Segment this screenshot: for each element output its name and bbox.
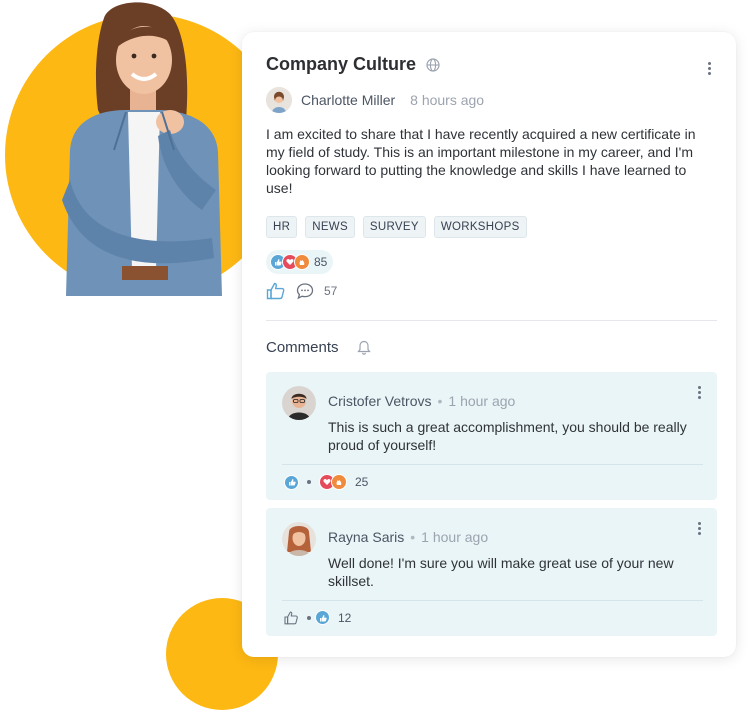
comment-header: Rayna Saris • 1 hour ago bbox=[328, 529, 488, 545]
comment-reactions-count: 12 bbox=[338, 610, 352, 625]
commenter-avatar[interactable] bbox=[282, 386, 316, 420]
post-timestamp: 8 hours ago bbox=[410, 92, 485, 108]
post-actions: 57 bbox=[266, 282, 337, 300]
post-author: Charlotte Miller 8 hours ago bbox=[266, 87, 484, 113]
like-icon[interactable] bbox=[266, 282, 286, 300]
comment-reactions[interactable] bbox=[319, 474, 347, 490]
comment-footer: 12 bbox=[284, 610, 351, 625]
comment-timestamp: 1 hour ago bbox=[448, 393, 516, 409]
comment-divider bbox=[282, 464, 703, 465]
post-reactions-count: 85 bbox=[314, 255, 328, 269]
comment-item: Rayna Saris • 1 hour ago Well done! I'm … bbox=[266, 508, 717, 636]
post-header: Company Culture bbox=[266, 54, 440, 75]
globe-icon bbox=[426, 57, 440, 72]
like-outline-icon[interactable] bbox=[284, 610, 299, 625]
bell-icon[interactable] bbox=[356, 340, 371, 355]
post-title: Company Culture bbox=[266, 54, 417, 74]
comment-menu-button[interactable] bbox=[698, 520, 701, 537]
comment-timestamp: 1 hour ago bbox=[421, 529, 489, 545]
tag-news[interactable]: NEWS bbox=[305, 216, 355, 238]
separator-dot: • bbox=[410, 529, 416, 545]
post-reactions-summary[interactable]: 85 bbox=[266, 250, 334, 274]
section-divider bbox=[266, 320, 717, 321]
comment-text: This is such a great accomplishment, you… bbox=[328, 419, 687, 453]
tag-survey[interactable]: SURVEY bbox=[362, 216, 426, 238]
commenter-avatar[interactable] bbox=[282, 522, 316, 556]
celebrate-reaction-icon bbox=[331, 474, 347, 490]
separator-dot bbox=[307, 615, 311, 620]
comments-header: Comments bbox=[266, 339, 371, 356]
comments-title: Comments bbox=[266, 339, 339, 356]
comment-icon[interactable] bbox=[296, 282, 314, 300]
post-body: I am excited to share that I have recent… bbox=[266, 126, 696, 196]
celebrate-reaction-icon bbox=[294, 254, 310, 270]
post-tags: HR NEWS SURVEY WORKSHOPS bbox=[266, 216, 527, 238]
comment-text: Well done! I'm sure you will make great … bbox=[328, 555, 674, 589]
tag-hr[interactable]: HR bbox=[266, 216, 298, 238]
comment-reactions-count: 25 bbox=[355, 475, 369, 489]
post-menu-button[interactable] bbox=[708, 60, 712, 77]
comment-footer: 25 bbox=[284, 474, 368, 490]
post-card: Company Culture Charlotte Miller 8 hours… bbox=[242, 32, 736, 657]
tag-workshops[interactable]: WORKSHOPS bbox=[433, 216, 527, 238]
comment-header: Cristofer Vetrovs • 1 hour ago bbox=[328, 393, 515, 409]
comment-divider bbox=[282, 600, 703, 601]
post-comments-count: 57 bbox=[324, 284, 338, 298]
separator-dot bbox=[307, 480, 311, 484]
comment-item: Cristofer Vetrovs • 1 hour ago This is s… bbox=[266, 372, 717, 500]
like-reaction-icon[interactable] bbox=[315, 610, 330, 625]
comment-menu-button[interactable] bbox=[698, 384, 701, 401]
author-name[interactable]: Charlotte Miller bbox=[301, 92, 395, 108]
person-photo bbox=[62, 2, 222, 296]
commenter-name[interactable]: Cristofer Vetrovs bbox=[328, 393, 431, 409]
commenter-name[interactable]: Rayna Saris bbox=[328, 529, 404, 545]
separator-dot: • bbox=[437, 393, 443, 409]
author-avatar[interactable] bbox=[266, 87, 292, 113]
like-button-icon[interactable] bbox=[284, 474, 299, 490]
